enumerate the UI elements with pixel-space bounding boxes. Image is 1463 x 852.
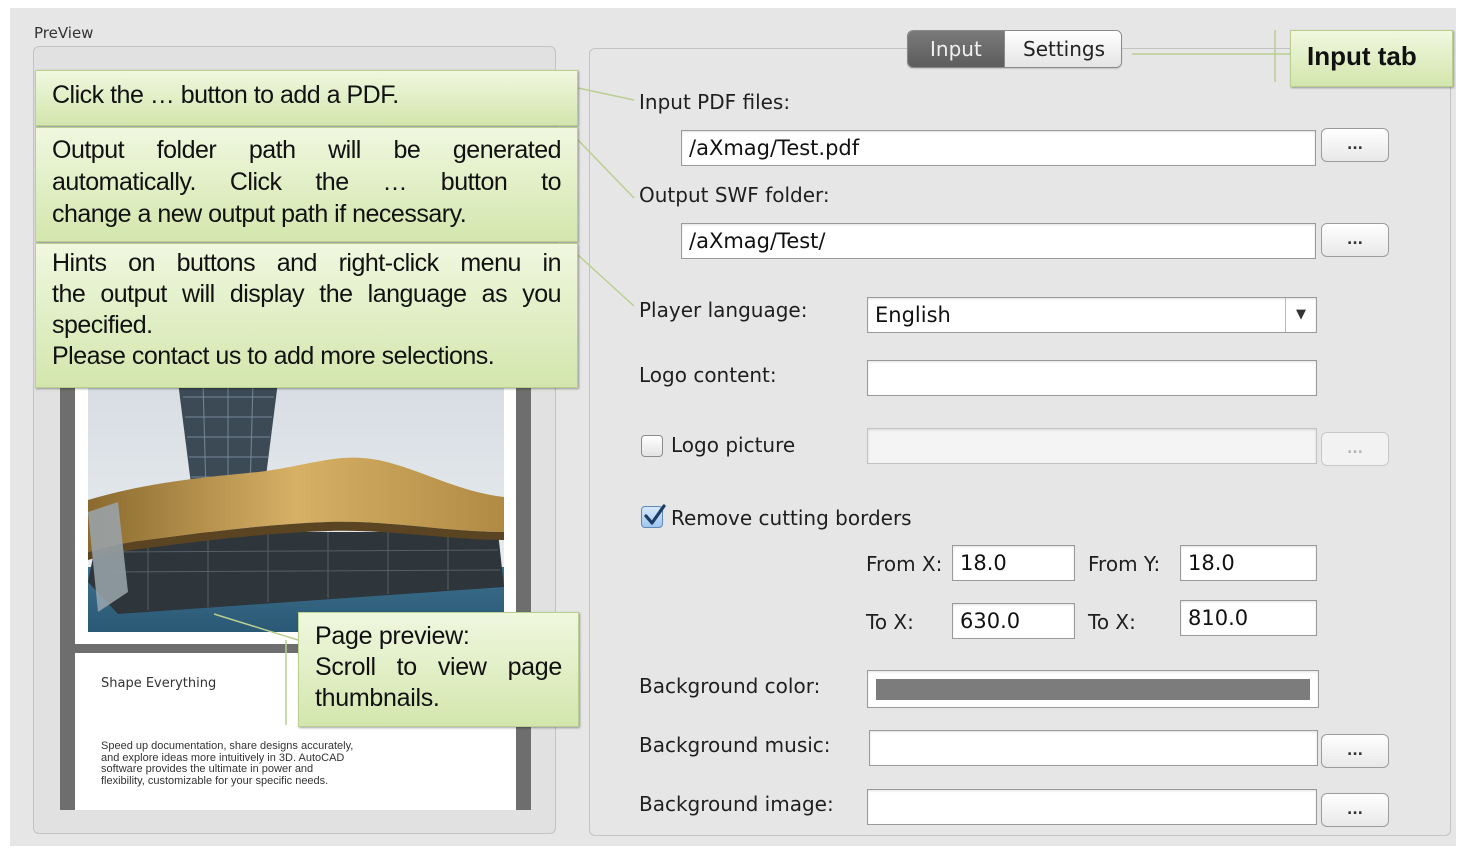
- callout-line: thumbnails.: [315, 684, 440, 712]
- player-language-select[interactable]: English ▼: [867, 297, 1317, 333]
- page-photo-image: [88, 382, 504, 632]
- callout-output-folder: Output folder path will be generated aut…: [35, 127, 578, 242]
- from-y-label: From Y:: [1088, 552, 1161, 576]
- callout-line: Hints on buttons and right-click menu in: [52, 249, 562, 277]
- bg-image-browse-button[interactable]: ...: [1321, 793, 1389, 827]
- callout-input-tab: Input tab: [1290, 30, 1453, 87]
- callout-line: Page preview:: [315, 622, 470, 650]
- bg-music-field[interactable]: [869, 730, 1318, 766]
- input-pdf-field[interactable]: /aXmag/Test.pdf: [681, 130, 1316, 166]
- bg-music-label: Background music:: [639, 733, 831, 757]
- logo-picture-checkbox[interactable]: [641, 435, 663, 457]
- from-y-field[interactable]: 18.0: [1180, 545, 1317, 581]
- bg-music-browse-button[interactable]: ...: [1321, 734, 1389, 768]
- callout-line: automatically. Click the … button to: [52, 168, 562, 196]
- from-x-field[interactable]: 18.0: [952, 545, 1075, 581]
- to-x2-label: To X:: [1088, 610, 1136, 634]
- callout-line: the output will display the language as …: [52, 280, 562, 308]
- input-pdf-browse-button[interactable]: ...: [1321, 128, 1389, 162]
- from-x-label: From X:: [866, 552, 943, 576]
- logo-content-field[interactable]: [867, 360, 1317, 396]
- player-language-label: Player language:: [639, 298, 808, 322]
- output-swf-field[interactable]: /aXmag/Test/: [681, 223, 1316, 259]
- bg-color-picker[interactable]: [867, 670, 1319, 708]
- callout-line: specified.: [52, 311, 153, 339]
- callout-page-preview: Page preview: Scroll to view page thumbn…: [298, 612, 579, 727]
- chevron-down-icon[interactable]: ▼: [1285, 298, 1316, 332]
- remove-borders-label: Remove cutting borders: [671, 506, 912, 530]
- bg-image-field[interactable]: [867, 789, 1317, 825]
- bg-color-label: Background color:: [639, 674, 821, 698]
- callout-line: Scroll to view page: [315, 653, 562, 681]
- to-x-label: To X:: [866, 610, 914, 634]
- page-heading: Shape Everything: [101, 676, 217, 691]
- callout-player-language: Hints on buttons and right-click menu in…: [35, 243, 578, 388]
- callout-line: Please contact us to add more selections…: [52, 342, 495, 370]
- checkmark-icon: [644, 504, 666, 525]
- input-pdf-label: Input PDF files:: [639, 90, 791, 114]
- page-text-line: Speed up documentation, share designs ac…: [101, 740, 354, 752]
- callout-line: change a new output path if necessary.: [52, 200, 467, 228]
- logo-picture-label: Logo picture: [671, 433, 796, 457]
- callout-line: Output folder path will be generated: [52, 136, 562, 164]
- tab-input[interactable]: Input: [908, 31, 1004, 67]
- page-text-line: flexibility, customizable for your speci…: [101, 774, 329, 787]
- preview-title: PreView: [34, 24, 94, 42]
- output-swf-browse-button[interactable]: ...: [1321, 223, 1389, 257]
- remove-borders-checkbox[interactable]: [641, 504, 666, 528]
- callout-add-pdf: Click the … button to add a PDF.: [35, 70, 578, 126]
- output-swf-label: Output SWF folder:: [639, 183, 830, 207]
- tab-bar: Input Settings: [907, 30, 1122, 68]
- page-body-text: Speed up documentation, share designs ac…: [101, 740, 431, 787]
- tab-settings[interactable]: Settings: [1004, 31, 1121, 67]
- to-x2-field[interactable]: 810.0: [1180, 600, 1317, 636]
- bg-image-label: Background image:: [639, 792, 834, 816]
- to-x-field[interactable]: 630.0: [952, 603, 1075, 639]
- page-text-line: software provides the ultimate in power …: [101, 763, 314, 775]
- logo-picture-field: [867, 428, 1317, 464]
- player-language-value: English: [875, 303, 951, 327]
- bg-color-swatch: [876, 679, 1310, 700]
- logo-picture-browse-button: ...: [1321, 432, 1389, 466]
- logo-content-label: Logo content:: [639, 363, 777, 387]
